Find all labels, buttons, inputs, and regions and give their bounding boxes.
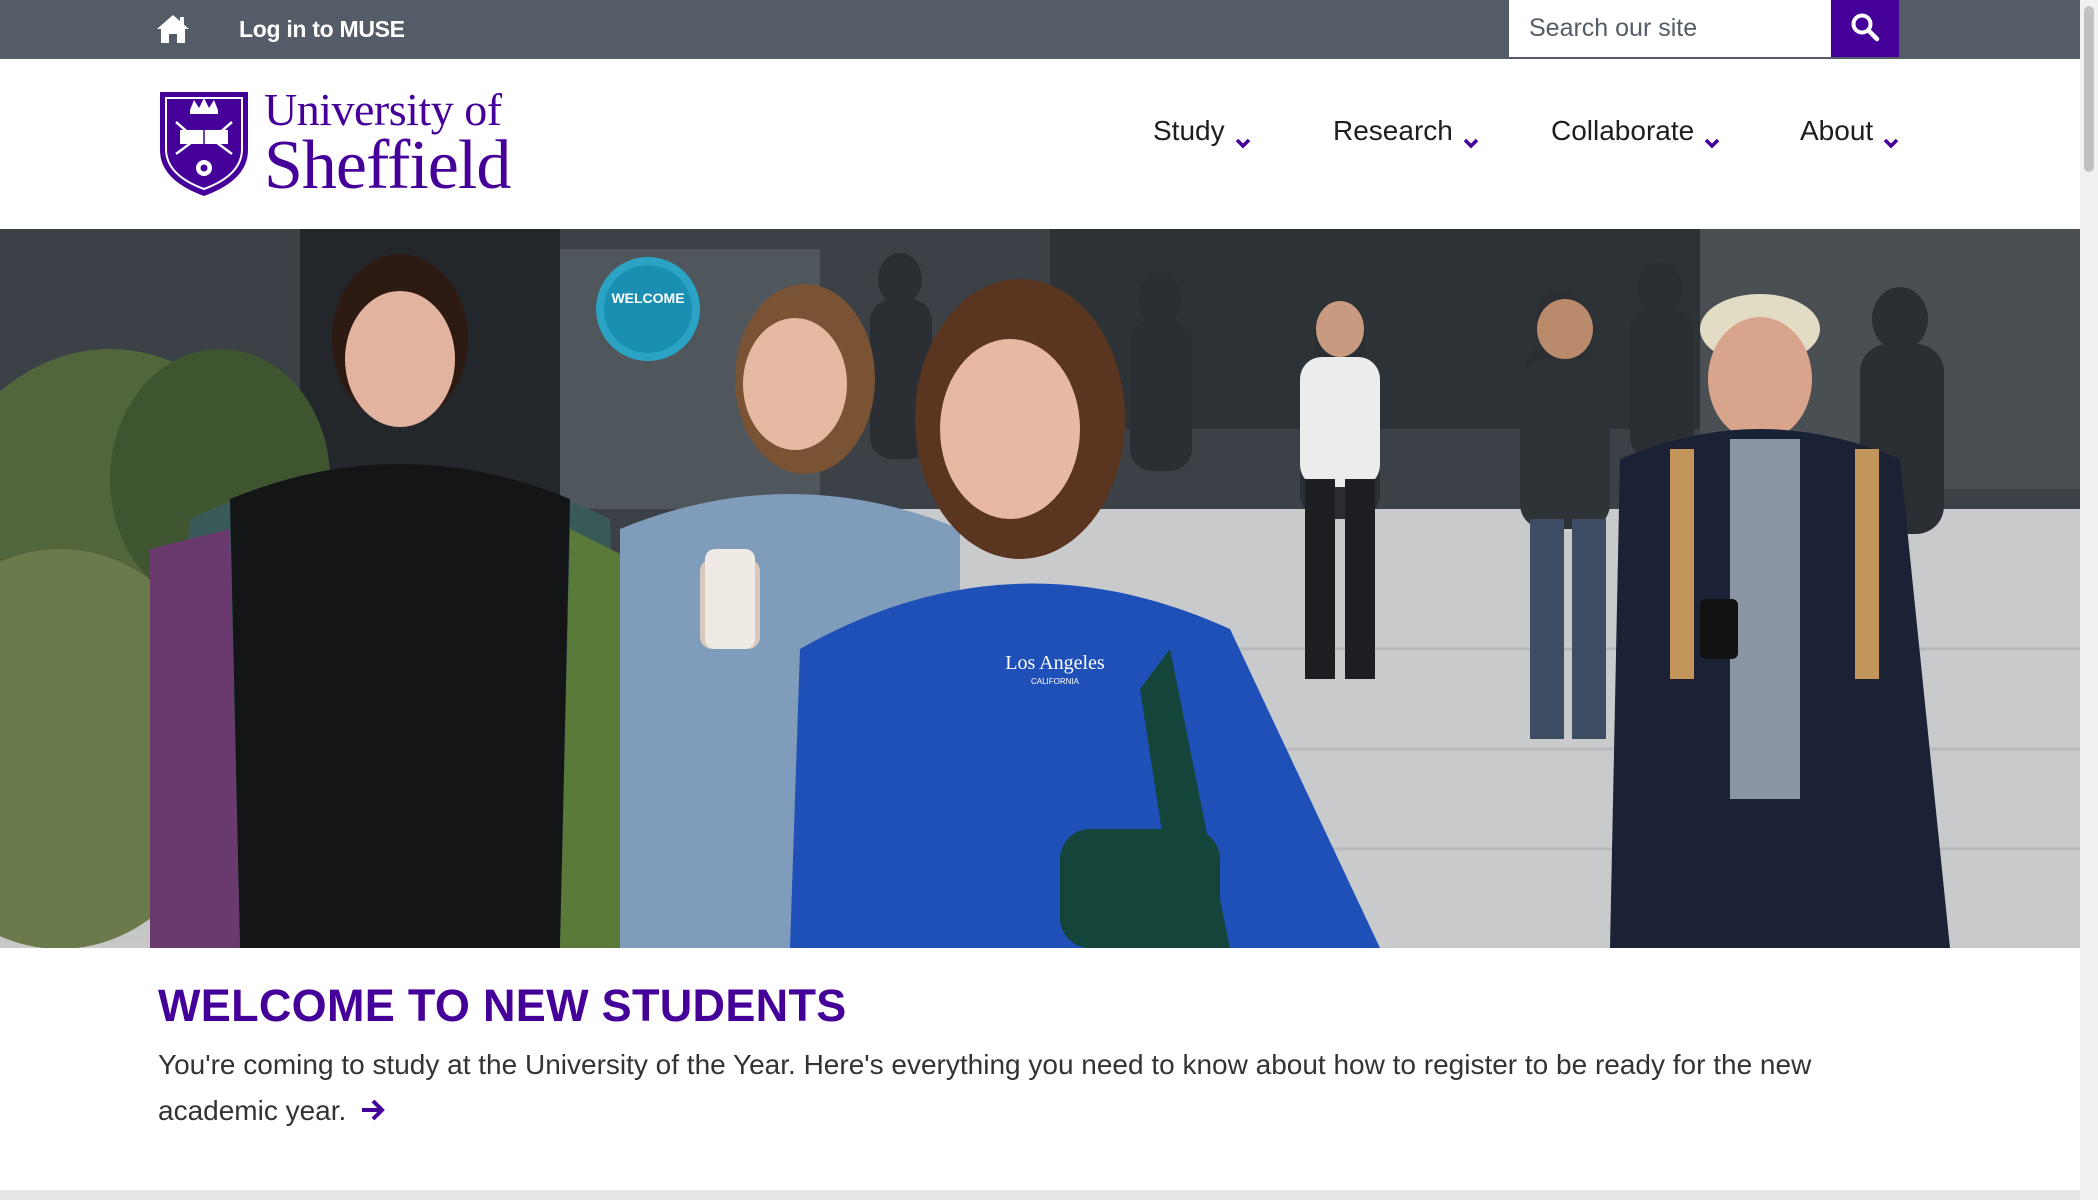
arrow-right-icon	[360, 1097, 386, 1128]
search-button[interactable]	[1831, 0, 1899, 57]
nav-item-label: Study	[1153, 115, 1225, 146]
welcome-text: You're coming to study at the University…	[158, 1049, 1812, 1126]
welcome-text-block: You're coming to study at the University…	[158, 1042, 1898, 1136]
welcome-title: WELCOME TO NEW STUDENTS	[158, 980, 847, 1031]
nav-item-label: Collaborate	[1551, 115, 1695, 146]
sweatshirt-subtext: CALIFORNIA	[1031, 677, 1080, 686]
section-divider	[0, 1190, 2080, 1200]
nav-item-research[interactable]: Research	[1333, 115, 1479, 149]
sweatshirt-text: Los Angeles	[1005, 652, 1105, 674]
site-header: University of Sheffield Study Research C…	[0, 59, 2080, 229]
nav-item-label: About	[1800, 115, 1874, 146]
scrollbar-thumb[interactable]	[2084, 6, 2094, 172]
nav-item-about[interactable]: About	[1800, 115, 1899, 149]
hero-image: WELCOME Los Angeles CALIFORNIA	[0, 229, 2080, 948]
chevron-down-icon	[1235, 125, 1251, 149]
nav-item-label: Research	[1333, 115, 1453, 146]
welcome-section: WELCOME TO NEW STUDENTS You're coming to…	[158, 980, 1918, 1136]
chevron-down-icon	[1463, 125, 1479, 149]
login-muse-link[interactable]: Log in to MUSE	[239, 0, 405, 59]
search-icon	[1850, 12, 1880, 45]
chevron-down-icon	[1704, 125, 1720, 149]
nav-item-study[interactable]: Study	[1153, 115, 1251, 149]
utility-bar: Log in to MUSE	[0, 0, 2080, 59]
welcome-arrow-link[interactable]	[360, 1090, 386, 1136]
search-input[interactable]	[1509, 0, 1831, 57]
scrollbar-track[interactable]	[2080, 0, 2098, 1200]
main-nav: Study Research Collaborate About	[0, 115, 2080, 155]
nav-item-collaborate[interactable]: Collaborate	[1551, 115, 1720, 149]
sign-text: WELCOME	[611, 290, 684, 306]
hero-illustration: WELCOME Los Angeles CALIFORNIA	[0, 229, 2080, 948]
home-icon[interactable]	[156, 14, 190, 44]
chevron-down-icon	[1883, 125, 1899, 149]
